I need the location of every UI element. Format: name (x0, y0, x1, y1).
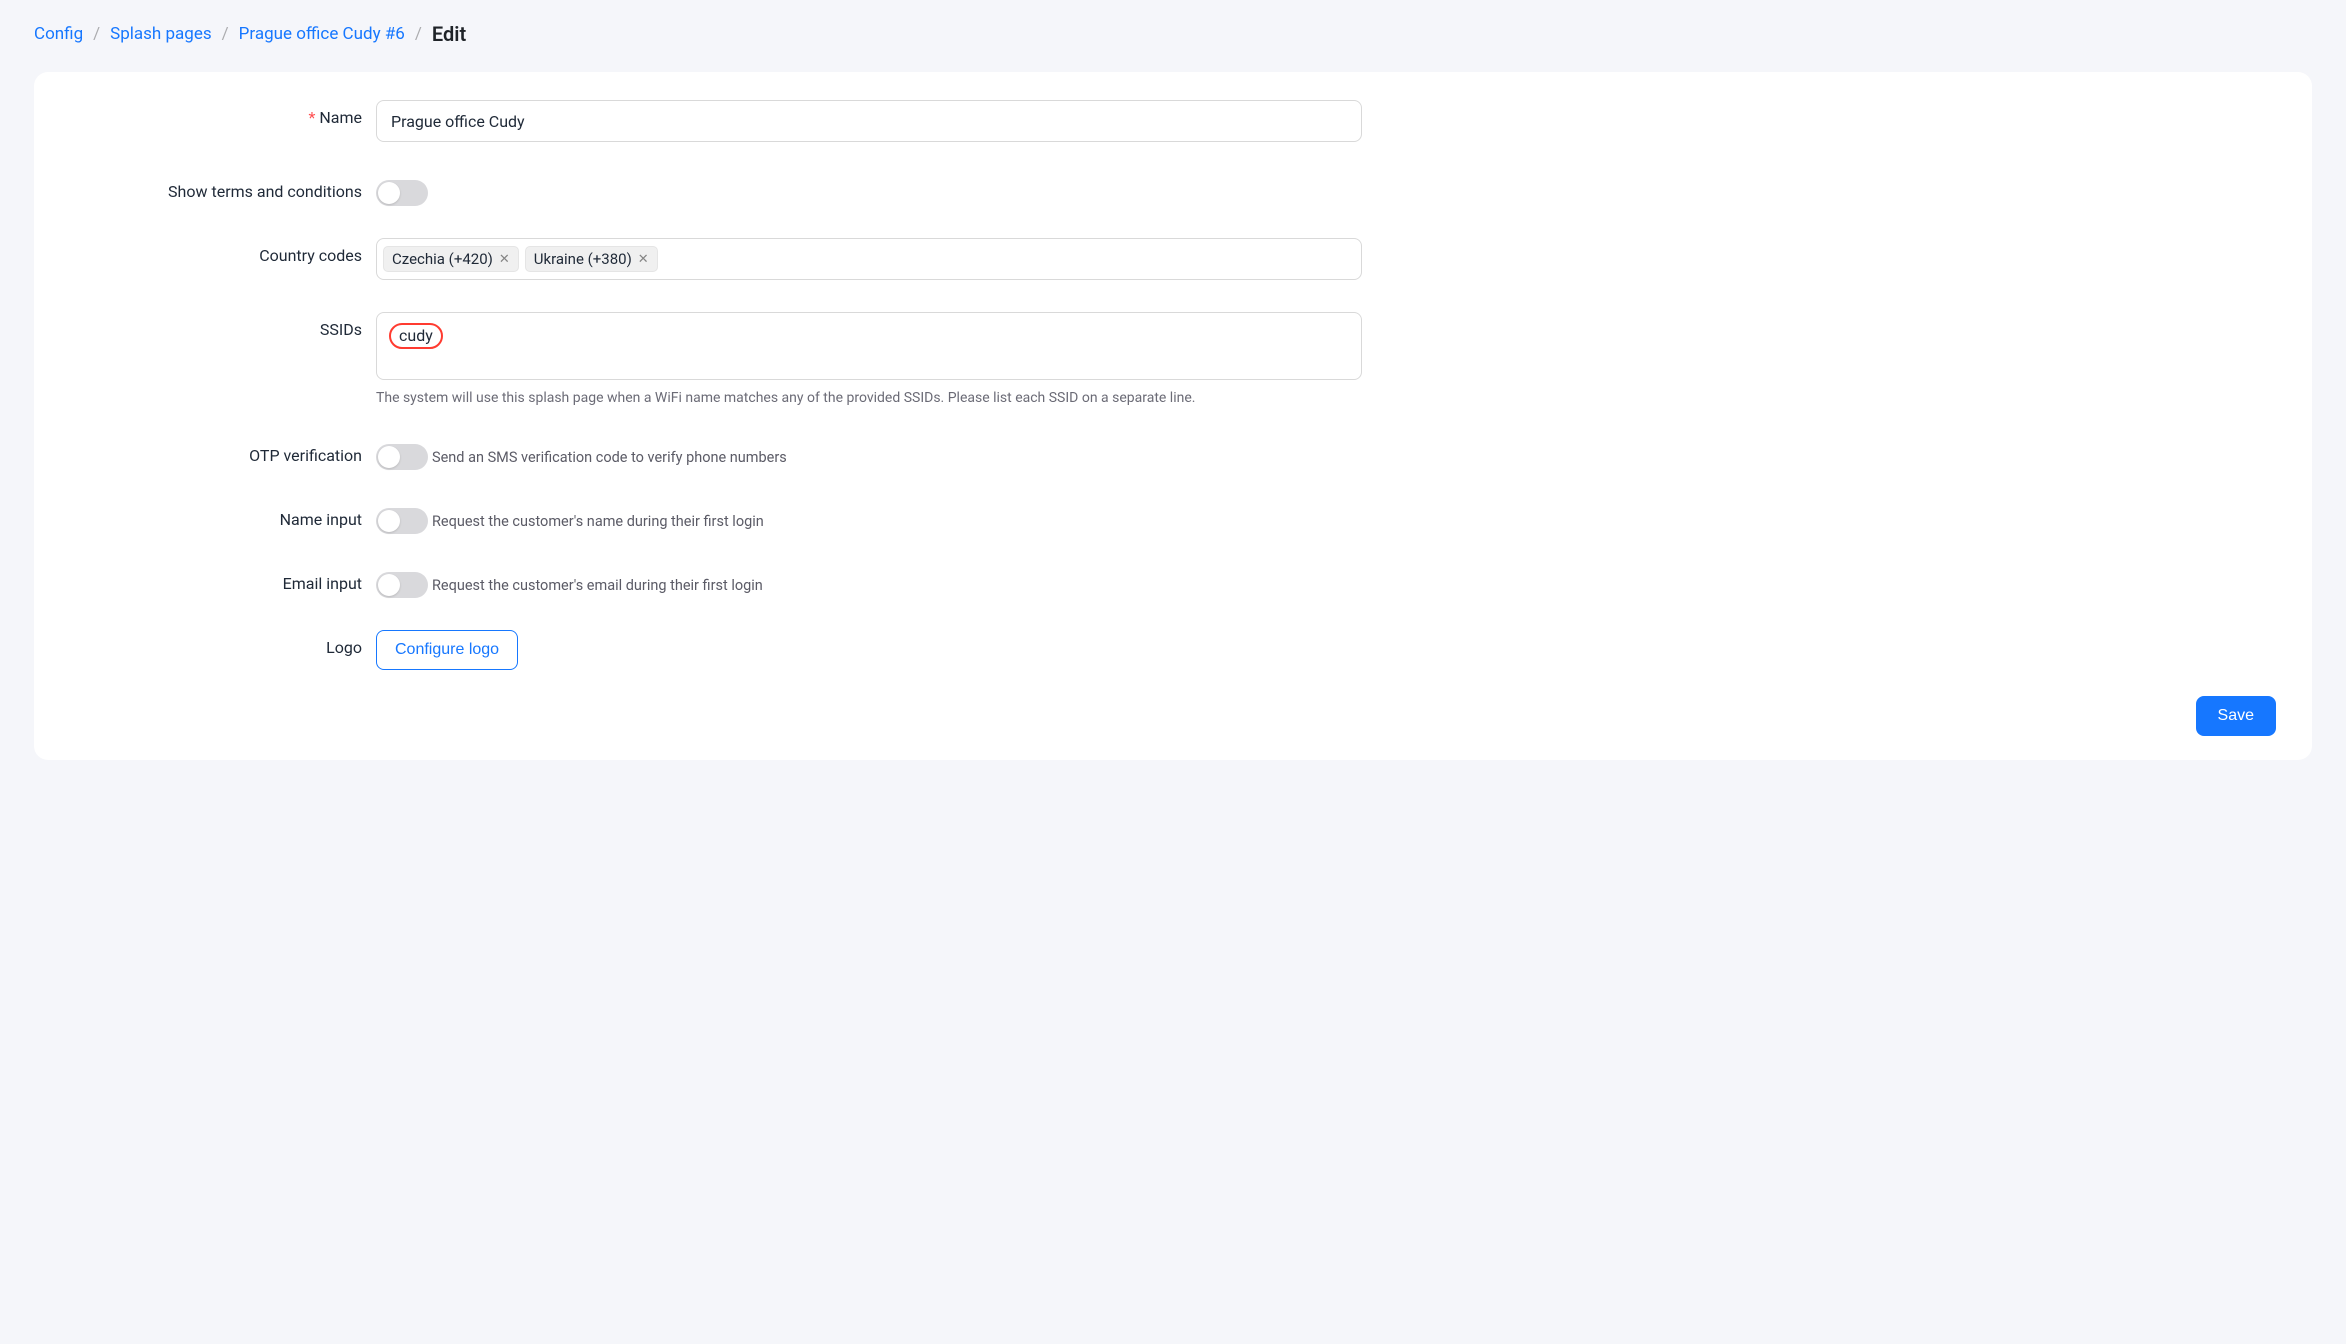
toggle-handle (378, 510, 400, 532)
breadcrumb-separator: / (93, 24, 100, 44)
breadcrumb-splash-pages[interactable]: Splash pages (110, 24, 212, 44)
label-name-input: Name input (70, 502, 376, 529)
country-codes-input[interactable]: Czechia (+420) ✕ Ukraine (+380) ✕ (376, 238, 1362, 280)
ssids-help: The system will use this splash page whe… (376, 390, 1362, 406)
country-tag: Ukraine (+380) ✕ (525, 246, 658, 272)
terms-toggle[interactable] (376, 180, 428, 206)
row-terms: Show terms and conditions (70, 174, 2276, 206)
label-terms: Show terms and conditions (70, 174, 376, 201)
row-name: *Name (70, 100, 2276, 142)
row-logo: Logo Configure logo (70, 630, 2276, 670)
row-email-input: Email input Request the customer's email… (70, 566, 2276, 598)
row-ssids: SSIDs cudy The system will use this spla… (70, 312, 2276, 406)
close-icon[interactable]: ✕ (638, 252, 649, 267)
breadcrumb-item-page[interactable]: Prague office Cudy #6 (239, 24, 405, 44)
save-button[interactable]: Save (2196, 696, 2276, 736)
toggle-handle (378, 574, 400, 596)
row-country-codes: Country codes Czechia (+420) ✕ Ukraine (… (70, 238, 2276, 280)
row-name-input: Name input Request the customer's name d… (70, 502, 2276, 534)
country-tag-label: Czechia (+420) (392, 250, 493, 268)
label-country-codes: Country codes (70, 238, 376, 265)
close-icon[interactable]: ✕ (499, 252, 510, 267)
country-tag-label: Ukraine (+380) (534, 250, 632, 268)
name-input-toggle[interactable] (376, 508, 428, 534)
toggle-handle (378, 182, 400, 204)
otp-help: Send an SMS verification code to verify … (432, 449, 787, 466)
ssids-textarea[interactable]: cudy (376, 312, 1362, 380)
name-input-help: Request the customer's name during their… (432, 513, 764, 530)
form-footer: Save (70, 688, 2276, 736)
form-card: *Name Show terms and conditions Country … (34, 72, 2312, 760)
toggle-handle (378, 446, 400, 468)
label-email-input: Email input (70, 566, 376, 593)
label-otp: OTP verification (70, 438, 376, 465)
ssid-highlight: cudy (389, 323, 443, 349)
breadcrumb: Config / Splash pages / Prague office Cu… (34, 0, 2312, 72)
otp-toggle[interactable] (376, 444, 428, 470)
name-input-field[interactable] (376, 100, 1362, 142)
breadcrumb-current: Edit (432, 22, 466, 46)
label-ssids: SSIDs (70, 312, 376, 339)
configure-logo-button[interactable]: Configure logo (376, 630, 518, 670)
breadcrumb-config[interactable]: Config (34, 24, 83, 44)
country-tag: Czechia (+420) ✕ (383, 246, 519, 272)
required-mark: * (308, 108, 315, 127)
breadcrumb-separator: / (415, 24, 422, 44)
label-logo: Logo (70, 630, 376, 657)
breadcrumb-separator: / (222, 24, 229, 44)
email-input-toggle[interactable] (376, 572, 428, 598)
row-otp: OTP verification Send an SMS verificatio… (70, 438, 2276, 470)
label-name: *Name (70, 100, 376, 127)
email-input-help: Request the customer's email during thei… (432, 577, 763, 594)
